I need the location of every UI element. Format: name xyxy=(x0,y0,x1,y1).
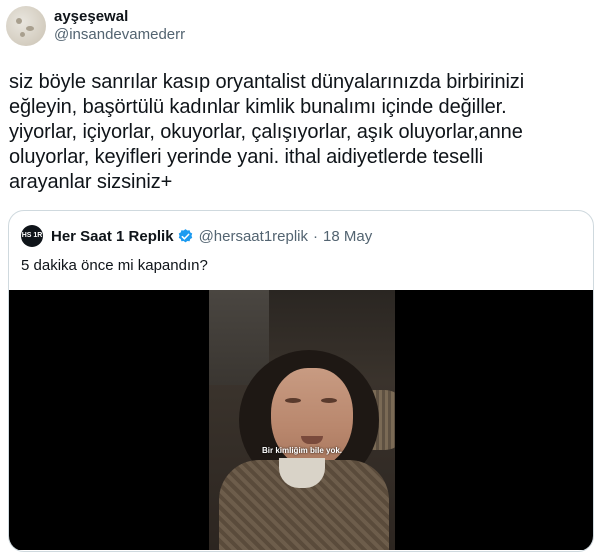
verified-badge-icon xyxy=(178,228,192,242)
tweet-header: ayşeşewal @insandevamederr xyxy=(6,4,185,48)
tweet-text: siz böyle sanrılar kasıp oryantalist dün… xyxy=(9,71,525,193)
author-avatar[interactable] xyxy=(6,6,46,46)
quoted-tweet-header: HS 1R Her Saat 1 Replik @hersaat1replik … xyxy=(21,225,372,247)
quoted-author-display-name[interactable]: Her Saat 1 Replik xyxy=(51,228,174,245)
author-names: ayşeşewal @insandevamederr xyxy=(54,8,185,44)
quoted-author-handle[interactable]: @hersaat1replik xyxy=(199,228,308,245)
quoted-tweet-media[interactable]: Bir kimliğim bile yok. xyxy=(9,290,593,550)
author-display-name[interactable]: ayşeşewal xyxy=(54,8,185,26)
quoted-author-avatar[interactable]: HS 1R xyxy=(21,225,43,247)
header-separator: · xyxy=(313,227,319,245)
video-frame[interactable]: Bir kimliğim bile yok. xyxy=(209,290,395,550)
quoted-tweet-text: 5 dakika önce mi kapandın? xyxy=(21,257,208,274)
quoted-tweet[interactable]: HS 1R Her Saat 1 Replik @hersaat1replik … xyxy=(8,210,594,552)
video-subtitle: Bir kimliğim bile yok. xyxy=(261,446,343,455)
author-handle[interactable]: @insandevamederr xyxy=(54,26,185,44)
quoted-tweet-date[interactable]: 18 May xyxy=(323,228,372,245)
